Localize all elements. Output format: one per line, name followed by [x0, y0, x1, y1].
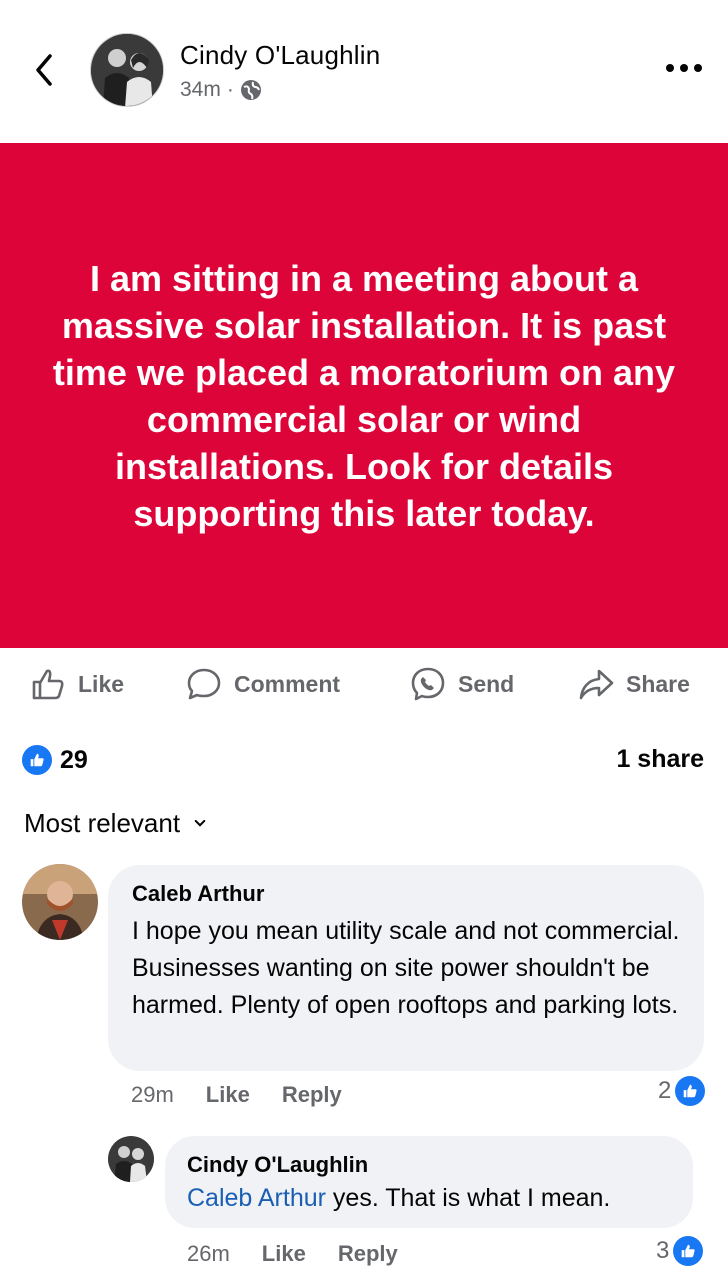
author-avatar[interactable]	[90, 33, 164, 107]
comment-like-button[interactable]: Like	[206, 1082, 250, 1108]
comment-reactions[interactable]: 2	[658, 1076, 706, 1106]
send-button[interactable]: Send	[410, 666, 514, 702]
like-label: Like	[78, 670, 125, 697]
share-count[interactable]: 1 share	[616, 745, 704, 774]
post-text: I am sitting in a meeting about a massiv…	[52, 257, 676, 534]
chevron-down-icon	[194, 819, 206, 827]
commenter-avatar[interactable]	[22, 864, 98, 940]
comment-bubble-icon	[187, 668, 221, 700]
comment-actions: 26m Like Reply	[187, 1241, 398, 1267]
author-name[interactable]: Cindy O'Laughlin	[180, 40, 380, 71]
comment-reaction-count: 3	[656, 1237, 670, 1264]
back-button[interactable]	[28, 50, 62, 90]
like-reaction-icon	[673, 1236, 704, 1266]
avatar-photo	[108, 1136, 154, 1182]
comment-time[interactable]: 26m	[187, 1241, 230, 1267]
commenter-avatar[interactable]	[108, 1136, 154, 1182]
avatar-photo	[22, 864, 98, 940]
thumbs-up-icon	[32, 669, 64, 700]
comment-reactions[interactable]: 3	[656, 1236, 704, 1266]
like-reaction-icon	[22, 745, 52, 775]
comment-reaction-count: 2	[658, 1077, 672, 1104]
comment-reply-button[interactable]: Reply	[338, 1241, 398, 1267]
like-count: 29	[60, 745, 88, 774]
messenger-icon	[411, 667, 445, 701]
post-meta: 34m ·	[180, 78, 262, 102]
comment-bubble[interactable]: Caleb Arthur I hope you mean utility sca…	[108, 865, 704, 1071]
comment-button[interactable]: Comment	[186, 666, 340, 702]
share-label: Share	[626, 670, 690, 697]
meta-separator: ·	[226, 78, 234, 101]
like-button[interactable]: Like	[30, 666, 124, 702]
more-options-button[interactable]	[664, 56, 704, 80]
reaction-summary[interactable]: 29	[22, 745, 88, 775]
share-button[interactable]: Share	[578, 666, 690, 702]
comment-text: I hope you mean utility scale and not co…	[132, 917, 680, 1019]
comment-reply-button[interactable]: Reply	[282, 1082, 342, 1108]
comment-text: Caleb Arthur yes. That is what I mean.	[187, 1180, 671, 1217]
post-content: I am sitting in a meeting about a massiv…	[0, 143, 728, 648]
more-dots-icon	[666, 64, 702, 72]
comment-author[interactable]: Caleb Arthur	[132, 881, 682, 907]
share-arrow-icon	[579, 669, 614, 700]
globe-icon	[240, 80, 261, 100]
comment-actions: 29m Like Reply	[131, 1082, 342, 1108]
comment-text-body: yes. That is what I mean.	[325, 1184, 611, 1212]
comment-sort-dropdown[interactable]: Most relevant	[24, 808, 206, 839]
comment-bubble[interactable]: Cindy O'Laughlin Caleb Arthur yes. That …	[165, 1136, 693, 1228]
comment-time[interactable]: 29m	[131, 1082, 174, 1108]
comment-like-button[interactable]: Like	[262, 1241, 306, 1267]
sort-label: Most relevant	[24, 808, 181, 838]
post-header: Cindy O'Laughlin 34m ·	[0, 0, 728, 143]
avatar-photo	[91, 34, 163, 106]
send-label: Send	[458, 670, 515, 697]
post-time[interactable]: 34m	[180, 78, 221, 102]
chevron-left-icon	[36, 54, 52, 86]
comment-label: Comment	[234, 670, 341, 697]
comment-author[interactable]: Cindy O'Laughlin	[187, 1152, 671, 1178]
like-reaction-icon	[675, 1076, 706, 1106]
comment-mention-link[interactable]: Caleb Arthur	[187, 1184, 326, 1212]
